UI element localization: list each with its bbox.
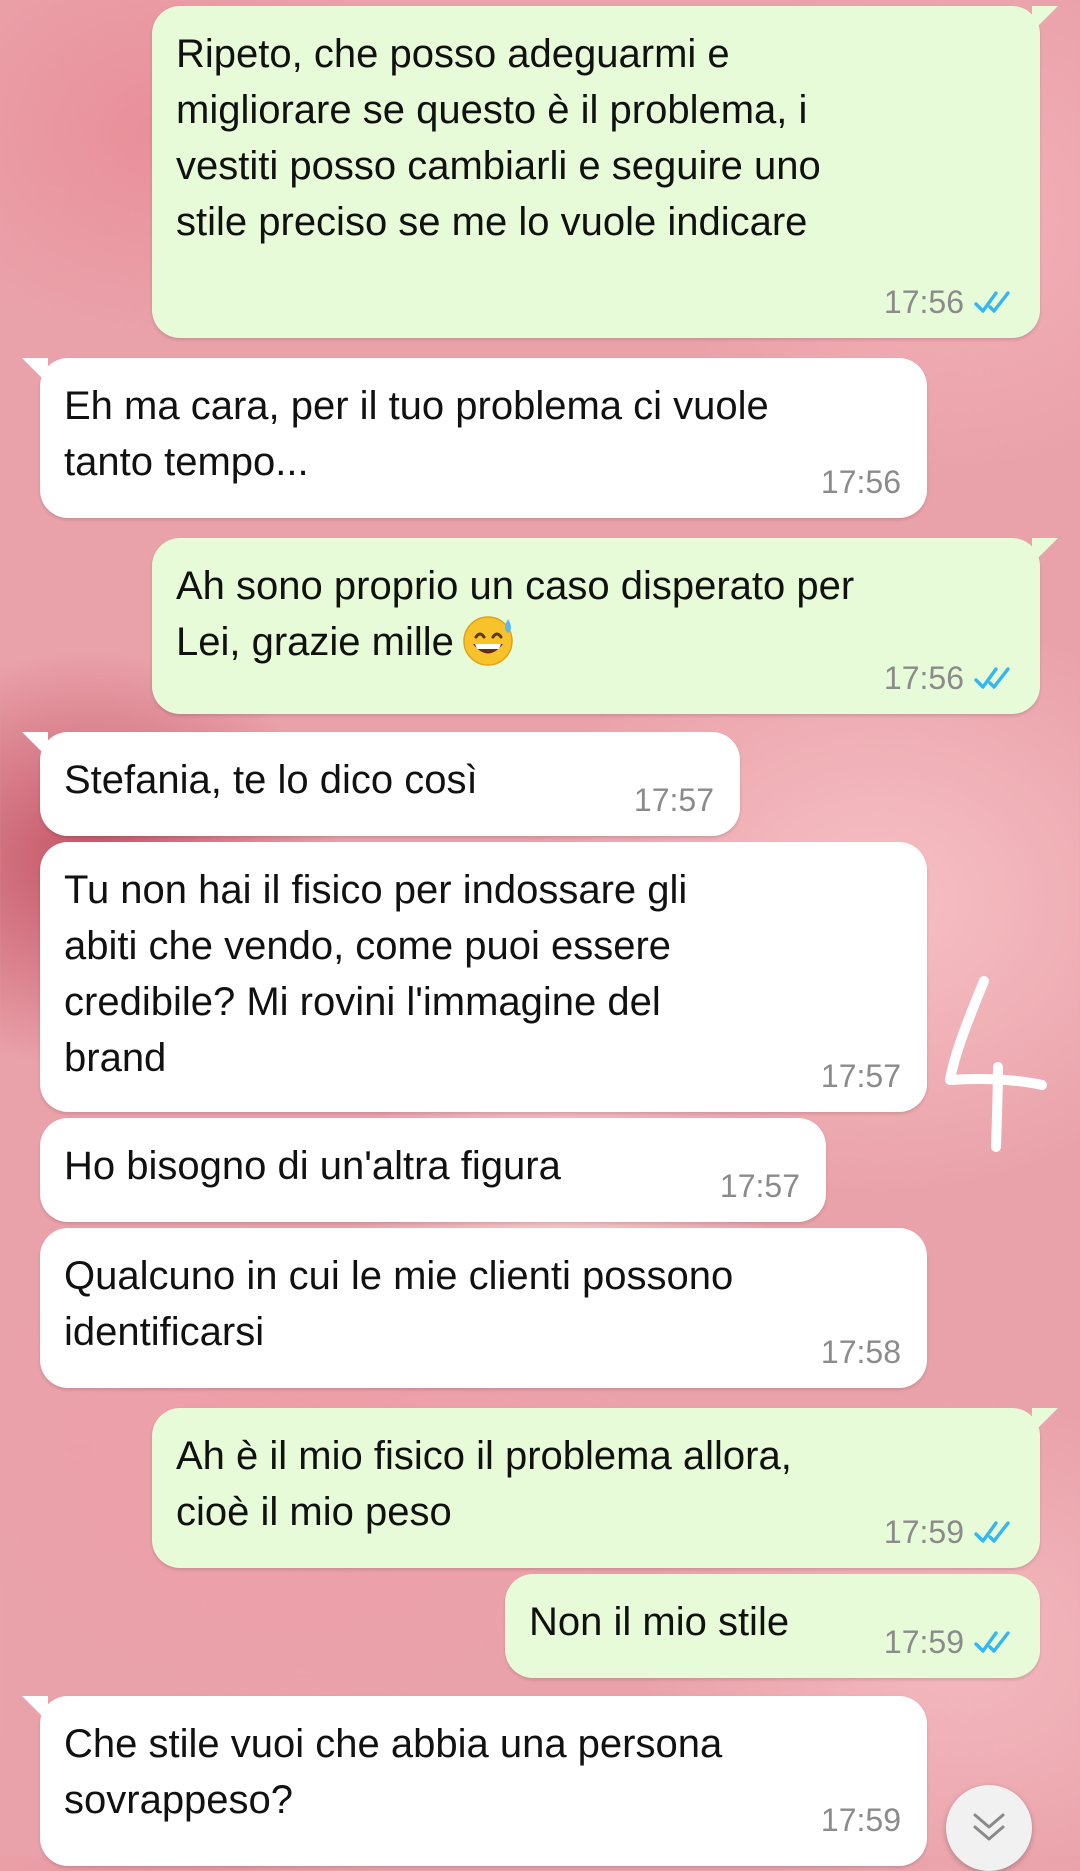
message-text: Tu non hai il fisico per indossare gli a… (64, 868, 688, 1080)
message-bubble-incoming[interactable]: Ho bisogno di un'altra figura 17:57 (40, 1118, 826, 1222)
message-meta: 17:58 (821, 1334, 901, 1370)
message-text: Ah è il mio fisico il problema allora, c… (176, 1434, 792, 1534)
message-bubble-outgoing[interactable]: Ah è il mio fisico il problema allora, c… (152, 1408, 1058, 1568)
message-meta: 17:59 (821, 1802, 901, 1838)
message-meta: 17:56 (884, 284, 1014, 320)
message-bubble-outgoing[interactable]: Non il mio stile 17:59 (505, 1574, 1040, 1678)
message-text: Ripeto, che posso adeguarmi e migliorare… (176, 32, 821, 244)
double-check-icon (974, 1521, 1010, 1543)
double-check-icon (974, 1631, 1010, 1653)
message-meta: 17:57 (634, 782, 714, 818)
message-text: Ho bisogno di un'altra figura (64, 1144, 561, 1188)
message-time: 17:57 (633, 782, 714, 818)
double-chevron-down-icon (973, 1813, 1005, 1841)
message-meta: 17:59 (884, 1624, 1014, 1660)
message-time: 17:56 (883, 660, 964, 696)
message-meta: 17:59 (884, 1514, 1014, 1550)
message-meta: 17:57 (821, 1058, 901, 1094)
double-check-icon (974, 667, 1010, 689)
message-time: 17:56 (820, 464, 901, 500)
message-time: 17:56 (883, 284, 964, 320)
message-text: Che stile vuoi che abbia una persona sov… (64, 1722, 723, 1822)
message-text: Non il mio stile (529, 1600, 790, 1644)
message-time: 17:59 (820, 1802, 901, 1838)
message-text: Stefania, te lo dico così (64, 758, 478, 802)
message-bubble-outgoing[interactable]: Ripeto, che posso adeguarmi e migliorare… (152, 6, 1058, 338)
message-bubble-incoming[interactable]: Qualcuno in cui le mie clienti possono i… (40, 1228, 927, 1388)
message-bubble-incoming[interactable]: Eh ma cara, per il tuo problema ci vuole… (22, 358, 927, 518)
message-bubble-outgoing[interactable]: Ah sono proprio un caso disperato per Le… (152, 538, 1058, 714)
message-text: Qualcuno in cui le mie clienti possono i… (64, 1254, 734, 1354)
message-meta: 17:56 (821, 464, 901, 500)
handwritten-number-annotation (945, 976, 1047, 1152)
message-meta: 17:57 (720, 1168, 800, 1204)
scroll-to-bottom-button[interactable] (946, 1785, 1032, 1871)
message-time: 17:58 (820, 1334, 901, 1370)
message-time: 17:59 (883, 1624, 964, 1660)
message-bubble-incoming[interactable]: Stefania, te lo dico così 17:57 (22, 732, 740, 836)
message-time: 17:57 (820, 1058, 901, 1094)
message-time: 17:57 (719, 1168, 800, 1204)
message-text: Ah sono proprio un caso disperato per Le… (176, 558, 854, 671)
message-bubble-incoming[interactable]: Che stile vuoi che abbia una persona sov… (22, 1696, 927, 1866)
message-time: 17:59 (883, 1514, 964, 1550)
grinning-face-with-sweat-icon (463, 616, 513, 667)
double-check-icon (974, 291, 1010, 313)
message-text: Eh ma cara, per il tuo problema ci vuole… (64, 384, 769, 484)
message-bubble-incoming[interactable]: Tu non hai il fisico per indossare gli a… (40, 842, 927, 1112)
message-meta: 17:56 (884, 660, 1014, 696)
